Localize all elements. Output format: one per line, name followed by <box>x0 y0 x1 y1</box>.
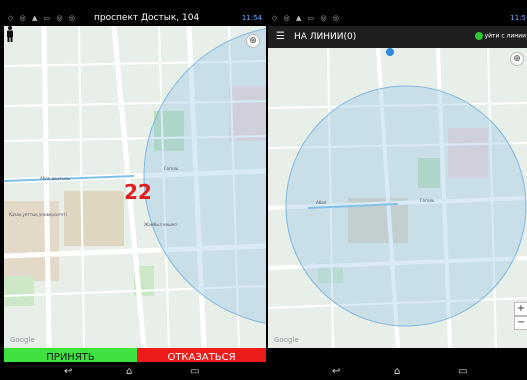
street-label: Гоголь <box>420 198 435 203</box>
person-icon <box>7 26 13 42</box>
notification-icons: ◇ ◎ ▲ ▭ ◎ ◎ <box>8 14 77 22</box>
map-view[interactable]: Абая даңғылы Гоголь Жамбыл көшесі Қазақ … <box>4 26 266 348</box>
recent-apps-icon[interactable]: ▭ <box>458 366 467 377</box>
street-label: Гоголь <box>164 166 179 171</box>
home-icon[interactable]: ⌂ <box>126 366 132 377</box>
street-label: Абая даңғылы <box>40 176 71 181</box>
clock: 11:54 <box>241 14 262 22</box>
my-location-icon[interactable]: ⊕ <box>510 52 524 66</box>
my-location-icon[interactable]: ⊕ <box>246 34 260 48</box>
clock: 11:5 <box>510 14 526 22</box>
street-label: Жамбыл көшесі <box>144 222 178 227</box>
street-label: Қазақ ұлттық университеті <box>9 212 67 217</box>
status-bar: ◇ ◎ ▲ ▭ ◎ ◎ 11:5 <box>268 12 527 26</box>
go-offline-toggle[interactable]: уйти с линии <box>474 32 526 40</box>
order-number: 22 <box>124 180 152 204</box>
menu-icon[interactable]: ☰ <box>276 31 285 42</box>
home-icon[interactable]: ⌂ <box>394 366 400 377</box>
app-bar: ☰ НА ЛИНИИ(0) уйти с линии <box>268 26 527 48</box>
address-label: проспект Достык, 104 <box>94 13 200 23</box>
online-status-icon <box>474 32 483 40</box>
back-icon[interactable]: ↩ <box>332 366 340 377</box>
page-title: НА ЛИНИИ(0) <box>294 32 357 42</box>
map-view[interactable]: Абая Гоголь ⊕ + − Google <box>268 48 527 348</box>
android-navbar: ↩ ⌂ ▭ <box>268 362 527 380</box>
zoom-in-button[interactable]: + <box>514 302 527 316</box>
online-label: уйти с линии <box>484 32 526 40</box>
right-phone-screen: ◇ ◎ ▲ ▭ ◎ ◎ 11:5 Абая Гоголь ⊕ + − Googl… <box>268 0 527 380</box>
map-graphic <box>268 48 527 348</box>
recent-apps-icon[interactable]: ▭ <box>190 366 199 377</box>
notification-icons: ◇ ◎ ▲ ▭ ◎ ◎ <box>272 14 341 22</box>
back-icon[interactable]: ↩ <box>64 366 72 377</box>
android-navbar: ↩ ⌂ ▭ <box>4 362 266 380</box>
zoom-out-button[interactable]: − <box>514 316 527 330</box>
street-label: Абая <box>316 200 327 205</box>
google-logo: Google <box>10 336 35 344</box>
status-bar: ◇ ◎ ▲ ▭ ◎ ◎ проспект Достык, 104 11:54 <box>4 12 266 26</box>
left-phone-screen: ◇ ◎ ▲ ▭ ◎ ◎ проспект Достык, 104 11:54 А… <box>4 0 266 380</box>
google-logo: Google <box>274 336 299 344</box>
